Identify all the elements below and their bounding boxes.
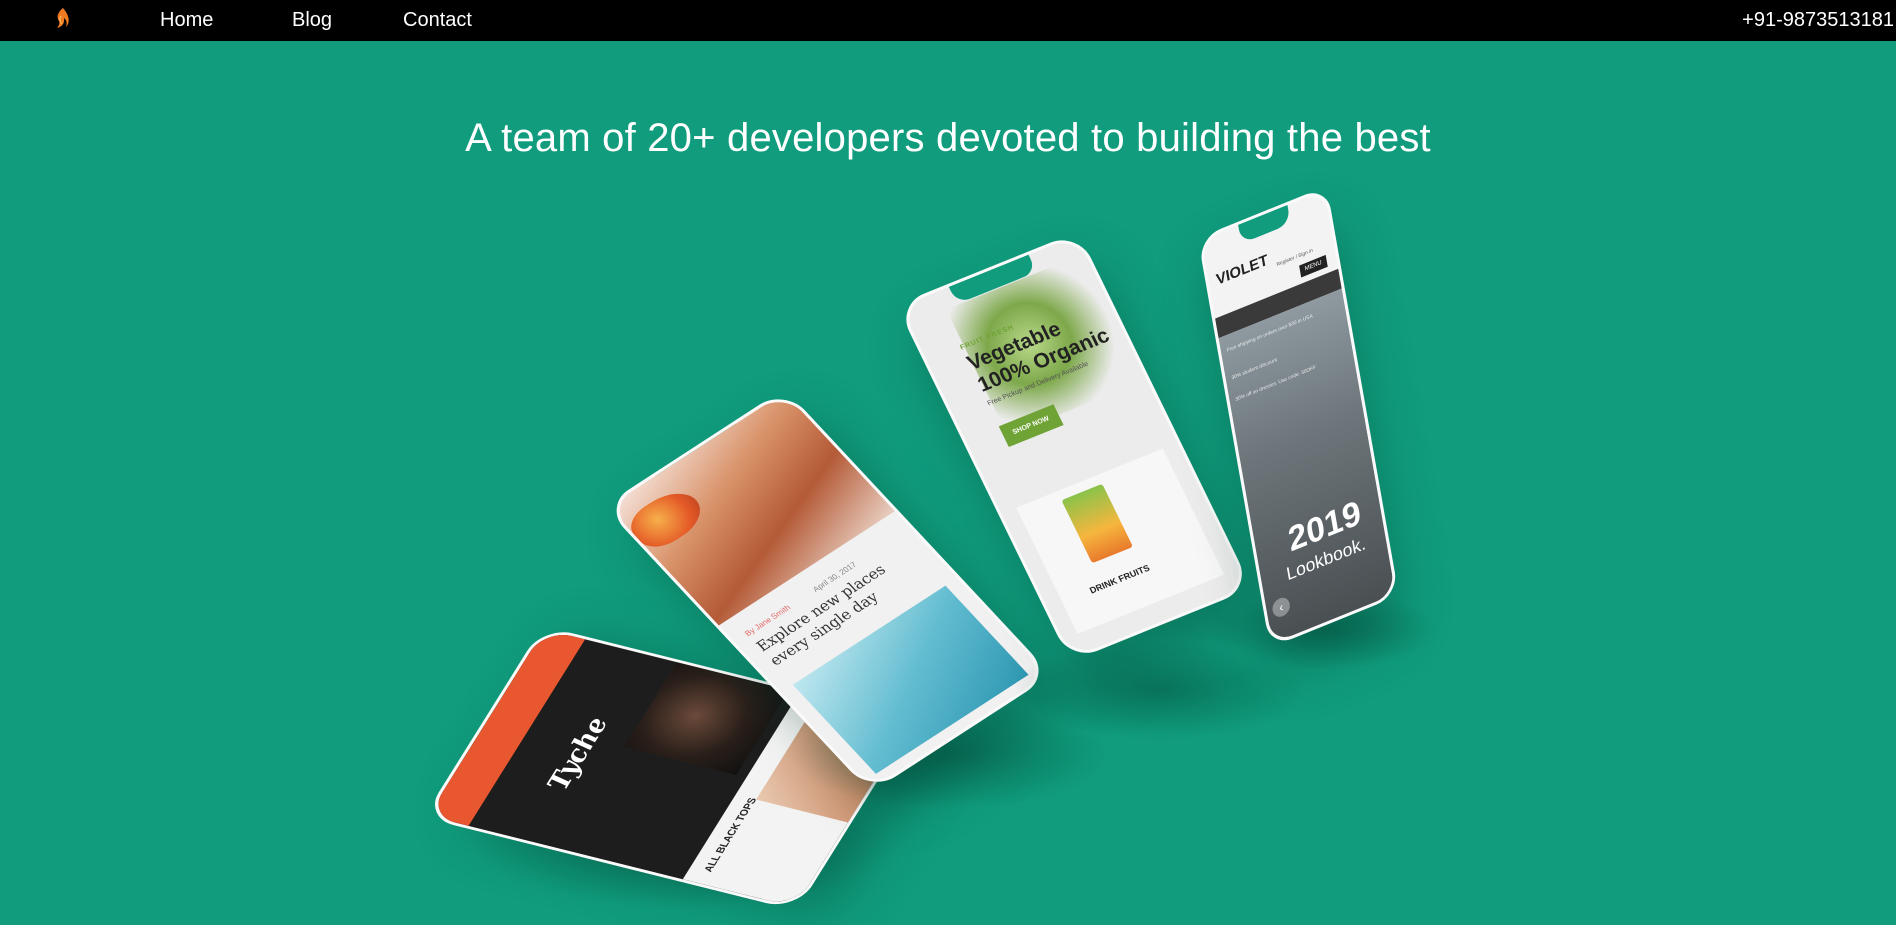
tyche-header-bar bbox=[427, 629, 586, 826]
top-navbar: Home Blog Contact +91-9873513181 bbox=[0, 0, 1896, 41]
phone-number[interactable]: +91-9873513181 bbox=[1742, 9, 1894, 32]
nav-link-blog[interactable]: Blog bbox=[292, 9, 332, 32]
nav-link-contact[interactable]: Contact bbox=[403, 9, 472, 32]
hero-headline: A team of 20+ developers devoted to buil… bbox=[465, 116, 1431, 160]
flame-logo-icon[interactable] bbox=[50, 6, 74, 34]
tyche-brand: Tyche bbox=[541, 714, 616, 793]
nav-link-home[interactable]: Home bbox=[160, 9, 213, 32]
violet-brand: VIOLET bbox=[1214, 251, 1270, 289]
